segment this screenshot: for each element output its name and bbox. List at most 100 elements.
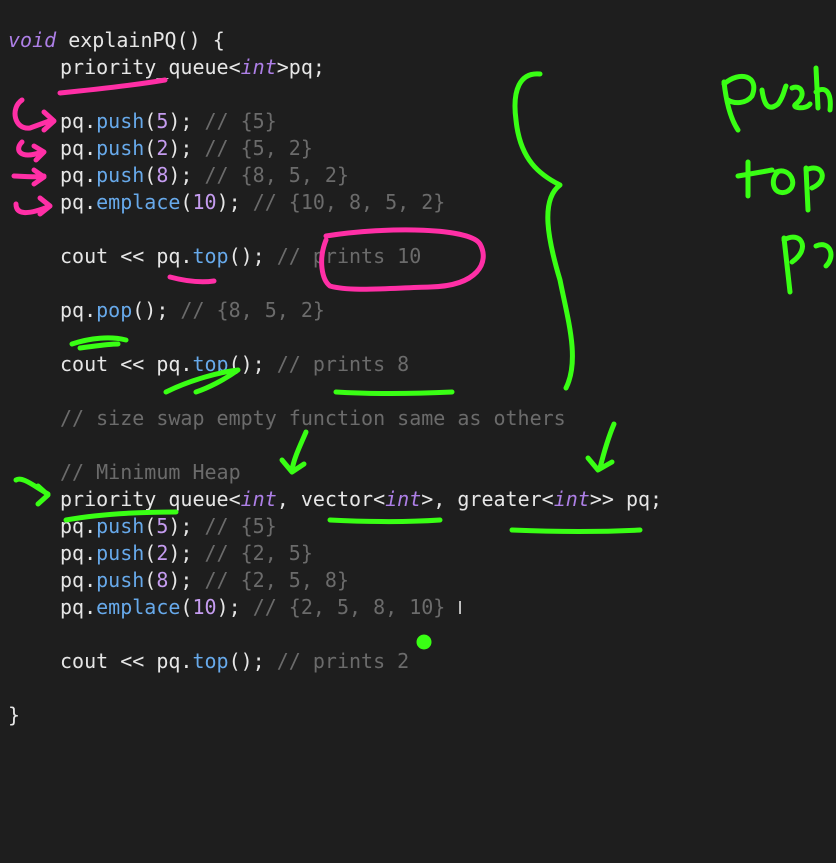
code-token-fn: push [96,568,145,592]
code-line[interactable]: pq.push(2); // {5, 2} [8,135,313,162]
code-token-kw: int [553,487,590,511]
pink-underline-priority-queue [57,77,168,96]
code-token-plain: priority_queue< [60,487,241,511]
code-line[interactable]: // Minimum Heap [8,459,241,486]
code-token-plain: , vector< [276,487,386,511]
code-line[interactable]: pq.push(8); // {8, 5, 2} [8,162,349,189]
code-token-fn: push [96,163,145,187]
code-line[interactable]: pq.emplace(10); // {2, 5, 8, 10} I [8,594,463,621]
code-token-plain: cout << pq. [60,352,193,376]
code-token-plain: (); [228,649,277,673]
code-token-fn: emplace [96,190,181,214]
green-underline-greater [509,527,643,534]
code-token-cm: // prints 2 [276,649,410,673]
code-token-plain: (); [228,352,277,376]
pink-underline-pq-top [167,274,217,285]
code-token-plain: ); [168,514,205,538]
code-token-plain: ); [168,568,205,592]
code-token-cm: // {10, 8, 5, 2} [252,190,446,214]
code-token-plain: () { [176,28,225,52]
code-token-fn: pop [96,298,133,322]
green-brace [512,71,575,391]
code-token-cm: // {5, 2} [204,136,313,160]
code-line[interactable]: priority_queue<int, vector<int>, greater… [8,486,662,513]
code-token-plain: ); [168,109,205,133]
code-token-plain: pq. [60,568,97,592]
code-token-cm: // {5} [204,514,277,538]
code-token-plain: >pq; [276,55,325,79]
text-cursor-icon: I [457,598,463,619]
code-token-num: 5 [156,514,169,538]
code-token-plain: ); [168,136,205,160]
code-editor-screen: void explainPQ() {priority_queue<int>pq;… [0,0,836,863]
code-token-plain: ( [144,109,157,133]
code-token-kw: void [8,28,57,52]
code-token-plain: ); [216,190,253,214]
code-token-plain: pq. [60,136,97,160]
code-token-fn: push [96,541,145,565]
code-token-kw: int [385,487,422,511]
green-scribble-push [721,65,833,133]
code-token-cm: // size swap empty function same as othe… [60,406,566,430]
code-token-cm: // {8, 5, 2} [204,163,350,187]
code-token-fn: push [96,109,145,133]
code-token-kw: int [240,487,277,511]
code-line[interactable]: cout << pq.top(); // prints 8 [8,351,409,378]
code-token-plain: pq. [60,541,97,565]
green-dot [416,634,432,650]
code-token-num: 10 [192,190,217,214]
code-token-cm: // {2, 5} [204,541,313,565]
code-token-cm: // prints 10 [276,244,422,268]
code-token-plain: pq. [60,298,97,322]
code-token-plain: } [8,703,21,727]
code-token-cm: // {5} [204,109,277,133]
handwritten-word-po: po [780,241,817,276]
green-underline-vector [327,517,443,524]
code-token-cm: // {2, 5, 8, 10} [252,595,458,619]
code-token-fn: emplace [96,595,181,619]
code-token-plain: (); [228,244,277,268]
code-line[interactable]: cout << pq.top(); // prints 10 [8,243,421,270]
code-token-plain: cout << pq. [60,244,193,268]
handwritten-words: push top po [722,85,817,276]
code-token-plain: explainPQ [68,28,177,52]
code-token-plain: (); [132,298,181,322]
code-line[interactable]: } [8,702,20,729]
code-line[interactable]: priority_queue<int>pq; [8,54,325,81]
green-underline-prints-8 [333,389,455,396]
code-token-cm: // {2, 5, 8} [204,568,350,592]
code-line[interactable]: cout << pq.top(); // prints 2 [8,648,409,675]
code-line[interactable]: // size swap empty function same as othe… [8,405,566,432]
code-token-num: 5 [156,109,169,133]
code-token-num: 10 [192,595,217,619]
code-token-fn: top [192,649,229,673]
green-arrow-right [585,421,617,473]
code-token-plain: priority_queue< [60,55,241,79]
code-token-plain: ( [144,541,157,565]
green-scribble-top [735,159,825,213]
code-token-num: 2 [156,541,169,565]
code-token-fn: push [96,136,145,160]
code-token-plain: pq. [60,190,97,214]
code-line[interactable]: pq.push(5); // {5} [8,513,277,540]
code-token-cm: // Minimum Heap [60,460,241,484]
code-token-fn: push [96,514,145,538]
code-token-plain: ( [144,136,157,160]
code-line[interactable]: pq.push(5); // {5} [8,108,277,135]
code-token-num: 8 [156,163,169,187]
code-line[interactable]: pq.pop(); // {8, 5, 2} [8,297,325,324]
code-token-plain: cout << pq. [60,649,193,673]
code-token-num: 8 [156,568,169,592]
code-line[interactable]: void explainPQ() { [8,27,225,54]
code-line[interactable]: pq.emplace(10); // {10, 8, 5, 2} [8,189,445,216]
code-token-plain: ); [216,595,253,619]
code-token-kw: int [240,55,277,79]
code-line[interactable]: pq.push(8); // {2, 5, 8} [8,567,349,594]
code-line[interactable]: pq.push(2); // {2, 5} [8,540,313,567]
code-token-plain: ( [144,163,157,187]
code-token-plain: >, greater< [421,487,554,511]
code-token-plain: ( [180,190,193,214]
code-token-plain: pq. [60,595,97,619]
green-scribble-pop [69,335,129,351]
